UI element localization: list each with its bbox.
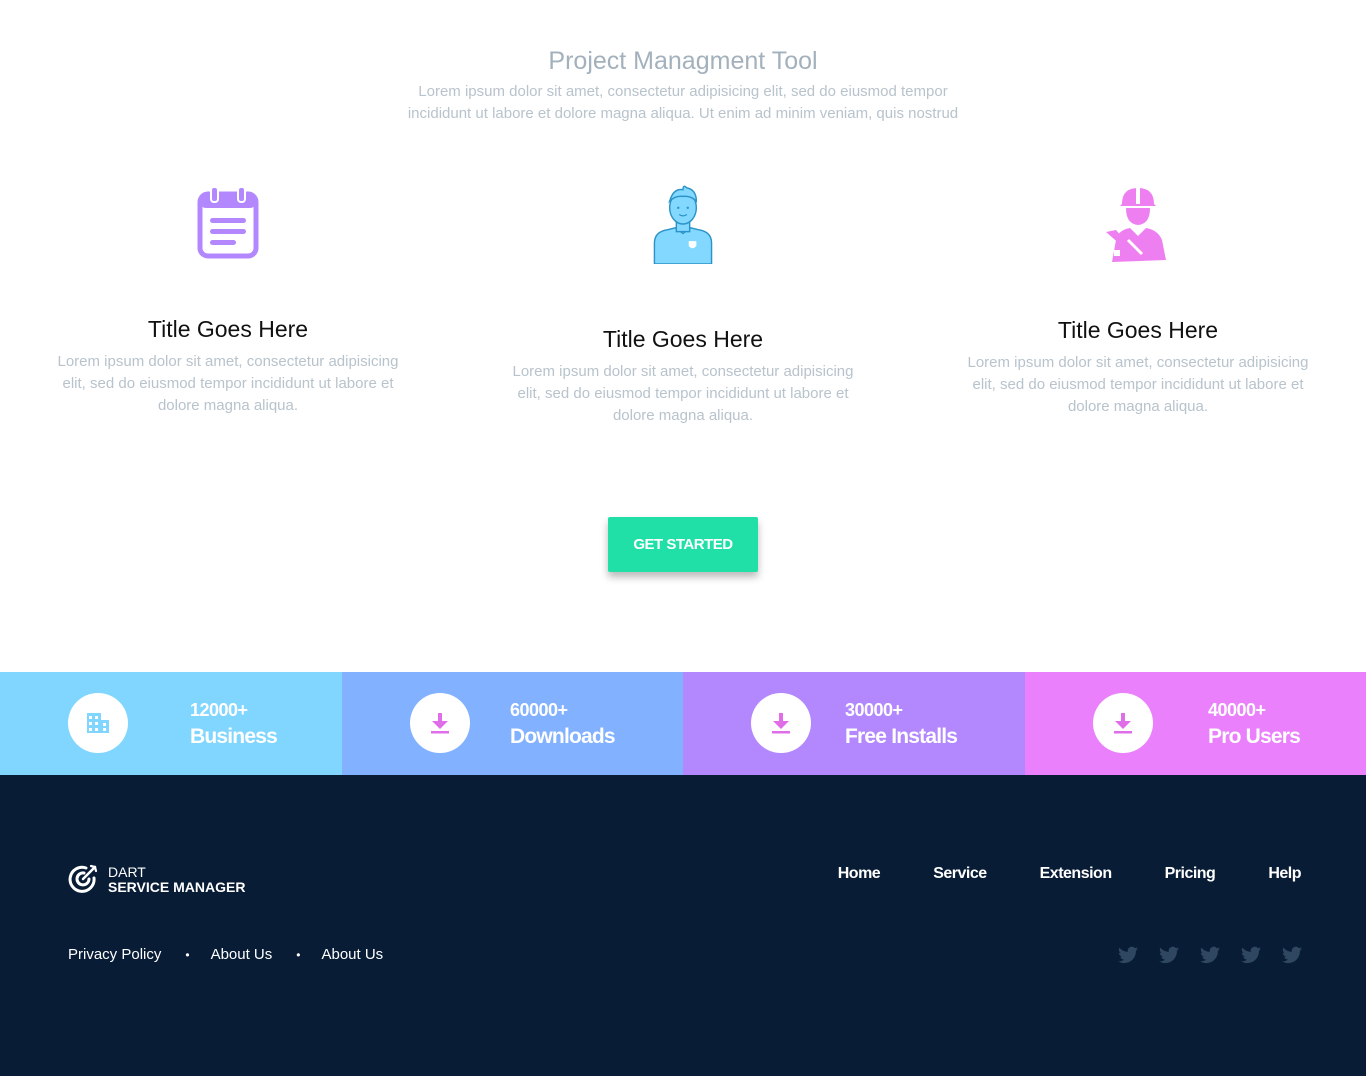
logo[interactable]: DART SERVICE MANAGER	[68, 864, 245, 896]
separator: •	[296, 947, 301, 962]
stat-label: Downloads	[510, 725, 616, 748]
intro-section: Project Managment Tool Lorem ipsum dolor…	[0, 44, 1366, 125]
get-started-button[interactable]: GET STARTED	[608, 517, 758, 572]
feature-card: Title Goes Here Lorem ipsum dolor sit am…	[48, 184, 408, 417]
stat-value: 60000+	[510, 700, 568, 720]
stat-downloads: 60000+ Downloads	[342, 672, 683, 775]
stat-value: 40000+	[1208, 700, 1266, 720]
stat-label: Business	[190, 725, 278, 748]
stat-icon-circle	[68, 693, 128, 753]
logo-line2: SERVICE MANAGER	[108, 879, 246, 895]
stat-icon-circle	[1093, 693, 1153, 753]
about-us-link[interactable]: About Us	[321, 946, 383, 963]
nav-pricing[interactable]: Pricing	[1165, 865, 1216, 883]
feature-title: Title Goes Here	[1057, 317, 1219, 343]
download-icon	[431, 713, 449, 734]
worker-icon	[1106, 188, 1166, 262]
footer: DART SERVICE MANAGER Home Service Extens…	[0, 775, 1366, 1076]
footer-nav: Home Service Extension Pricing Help	[785, 865, 1302, 883]
twitter-icon[interactable]	[1159, 946, 1179, 964]
feature-card: Title Goes Here Lorem ipsum dolor sit am…	[503, 184, 863, 427]
about-us-link[interactable]: About Us	[211, 946, 273, 963]
nav-help[interactable]: Help	[1268, 865, 1301, 883]
privacy-policy-link[interactable]: Privacy Policy	[68, 946, 161, 963]
section-title: Project Managment Tool	[548, 47, 818, 75]
stat-icon-circle	[751, 693, 811, 753]
separator: •	[185, 947, 190, 962]
calendar-icon	[197, 186, 259, 259]
feature-text: Lorem ipsum dolor sit amet, consectetur …	[967, 354, 1309, 415]
download-icon	[772, 713, 790, 734]
stat-icon-circle	[410, 693, 470, 753]
stat-business: 12000+ Business	[0, 672, 342, 775]
section-description: Lorem ipsum dolor sit amet, consectetur …	[407, 83, 959, 122]
stat-value: 30000+	[845, 700, 903, 720]
feature-text: Lorem ipsum dolor sit amet, consectetur …	[57, 353, 399, 414]
person-icon	[653, 185, 713, 264]
stat-value: 12000+	[190, 700, 248, 720]
feature-title: Title Goes Here	[147, 316, 309, 342]
twitter-icon[interactable]	[1282, 946, 1302, 964]
twitter-icon[interactable]	[1200, 946, 1220, 964]
social-links	[1097, 946, 1302, 964]
feature-text: Lorem ipsum dolor sit amet, consectetur …	[512, 363, 854, 424]
nav-service[interactable]: Service	[933, 865, 987, 883]
twitter-icon[interactable]	[1118, 946, 1138, 964]
stat-label: Free Installs	[845, 725, 958, 748]
nav-home[interactable]: Home	[838, 865, 881, 883]
feature-card: Title Goes Here Lorem ipsum dolor sit am…	[958, 184, 1318, 418]
nav-extension[interactable]: Extension	[1040, 865, 1112, 883]
stat-label: Pro Users	[1208, 725, 1301, 748]
building-icon	[87, 713, 109, 733]
legal-links: Privacy Policy • About Us • About Us	[68, 946, 383, 963]
download-icon	[1114, 713, 1132, 734]
logo-line1: DART	[108, 864, 146, 880]
target-icon	[68, 864, 98, 893]
stat-pro-users: 40000+ Pro Users	[1025, 672, 1366, 775]
feature-title: Title Goes Here	[602, 326, 764, 352]
twitter-icon[interactable]	[1241, 946, 1261, 964]
stats-bar: 12000+ Business 60000+ Downloads 30000+ …	[0, 672, 1366, 775]
stat-free-installs: 30000+ Free Installs	[683, 672, 1025, 775]
